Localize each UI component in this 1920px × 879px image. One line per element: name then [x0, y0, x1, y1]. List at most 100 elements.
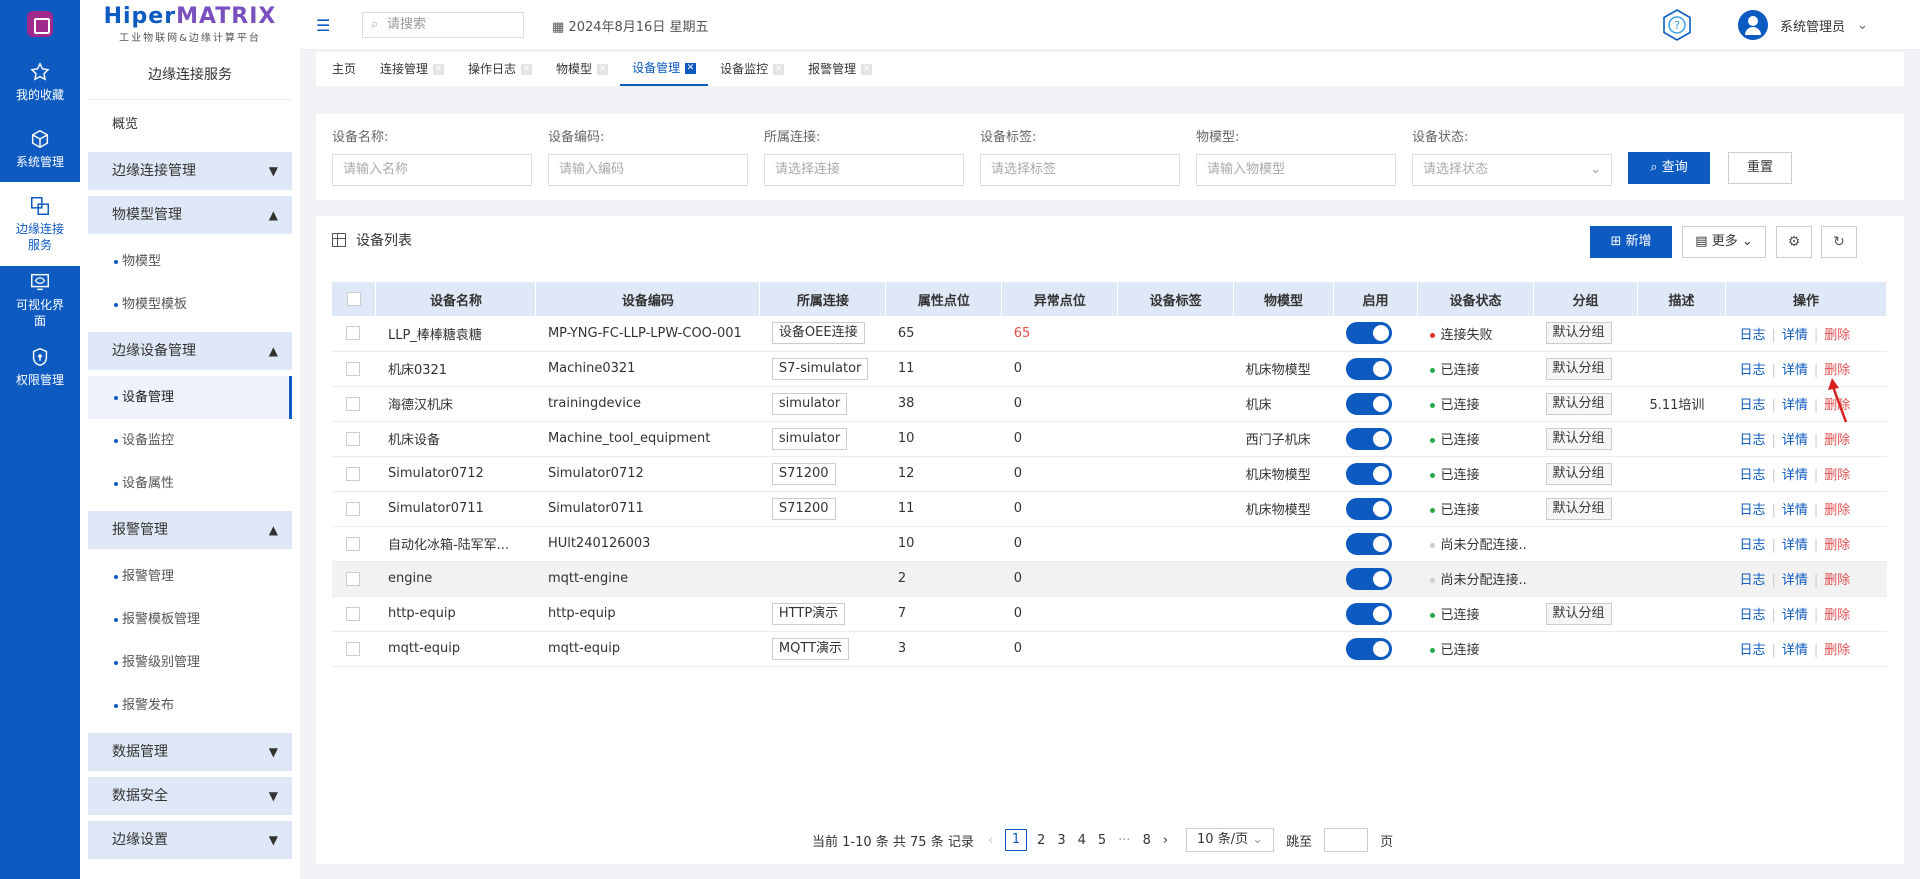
- delete-link[interactable]: 删除: [1824, 328, 1850, 343]
- enable-toggle[interactable]: [1345, 602, 1392, 625]
- row-checkbox[interactable]: [346, 361, 360, 376]
- sidebar-item-device-attr[interactable]: 设备属性: [80, 462, 300, 505]
- detail-link[interactable]: 详情: [1782, 503, 1808, 518]
- row-checkbox[interactable]: [346, 606, 360, 621]
- connection-select[interactable]: 请选择连接: [764, 154, 964, 186]
- delete-link[interactable]: 删除: [1824, 643, 1850, 658]
- sidebar-group-security[interactable]: 数据安全 ▼: [88, 777, 292, 815]
- rail-item-edge[interactable]: 边缘连接 服务: [0, 182, 80, 266]
- status-select[interactable]: 请选择状态 ⌄: [1412, 154, 1612, 186]
- detail-link[interactable]: 详情: [1782, 328, 1808, 343]
- delete-link[interactable]: 删除: [1824, 503, 1850, 518]
- detail-link[interactable]: 详情: [1782, 643, 1808, 658]
- delete-link[interactable]: 删除: [1824, 433, 1850, 448]
- enable-toggle[interactable]: [1345, 392, 1392, 415]
- sidebar-group-model[interactable]: 物模型管理 ▲: [88, 196, 292, 234]
- log-link[interactable]: 日志: [1739, 398, 1765, 413]
- sidebar-item-model[interactable]: 物模型: [80, 240, 300, 283]
- log-link[interactable]: 日志: [1739, 538, 1765, 553]
- enable-toggle[interactable]: [1345, 532, 1392, 555]
- settings-button[interactable]: ⚙: [1776, 226, 1812, 258]
- row-checkbox[interactable]: [346, 431, 360, 446]
- sidebar-item-alarm-level[interactable]: 报警级别管理: [80, 641, 300, 684]
- enable-toggle[interactable]: [1345, 357, 1392, 380]
- sidebar-group-data[interactable]: 数据管理 ▼: [88, 733, 292, 771]
- sidebar-item-alarm-manage[interactable]: 报警管理: [80, 555, 300, 598]
- close-icon[interactable]: ✕: [861, 63, 873, 75]
- detail-link[interactable]: 详情: [1782, 468, 1808, 483]
- page-number[interactable]: 3: [1057, 833, 1065, 848]
- row-checkbox[interactable]: [346, 396, 360, 411]
- row-checkbox[interactable]: [346, 536, 360, 551]
- close-icon[interactable]: ✕: [521, 63, 533, 75]
- delete-link[interactable]: 删除: [1824, 608, 1850, 623]
- sidebar-group-edge-conn[interactable]: 边缘连接管理 ▼: [88, 152, 292, 190]
- enable-toggle[interactable]: [1345, 462, 1392, 485]
- detail-link[interactable]: 详情: [1782, 538, 1808, 553]
- close-icon[interactable]: ✕: [433, 63, 445, 75]
- model-input[interactable]: 请输入物模型: [1196, 154, 1396, 186]
- enable-toggle[interactable]: [1345, 637, 1392, 660]
- rail-item-visual[interactable]: 可视化界 面: [0, 266, 80, 333]
- sidebar-group-alarm[interactable]: 报警管理 ▲: [88, 511, 292, 549]
- page-number[interactable]: 2: [1037, 833, 1045, 848]
- next-page-icon[interactable]: ›: [1163, 833, 1168, 848]
- page-size-select[interactable]: 10 条/页 ⌄: [1186, 828, 1275, 852]
- user-menu[interactable]: 系统管理员 ⌄: [1738, 10, 1868, 40]
- log-link[interactable]: 日志: [1739, 503, 1765, 518]
- row-checkbox[interactable]: [346, 501, 360, 516]
- enable-toggle[interactable]: [1345, 427, 1392, 450]
- add-device-button[interactable]: ⊞ 新增: [1590, 226, 1672, 258]
- rail-item-favorites[interactable]: 我的收藏: [0, 48, 80, 115]
- sidebar-item-device-monitor[interactable]: 设备监控: [80, 419, 300, 462]
- close-icon[interactable]: ✕: [685, 62, 697, 74]
- page-ellipsis[interactable]: ···: [1118, 833, 1130, 848]
- reset-button[interactable]: 重置: [1728, 152, 1792, 184]
- tab-alarm[interactable]: 报警管理 ✕: [796, 52, 884, 86]
- sidebar-item-alarm-publish[interactable]: 报警发布: [80, 684, 300, 727]
- log-link[interactable]: 日志: [1739, 363, 1765, 378]
- close-icon[interactable]: ✕: [597, 63, 609, 75]
- delete-link[interactable]: 删除: [1824, 468, 1850, 483]
- refresh-button[interactable]: ↻: [1821, 226, 1857, 258]
- tab-model[interactable]: 物模型 ✕: [544, 52, 620, 86]
- help-icon[interactable]: ?: [1660, 8, 1694, 42]
- delete-link[interactable]: 删除: [1824, 573, 1850, 588]
- detail-link[interactable]: 详情: [1782, 398, 1808, 413]
- close-icon[interactable]: ✕: [773, 63, 785, 75]
- enable-toggle[interactable]: [1345, 567, 1392, 590]
- detail-link[interactable]: 详情: [1782, 433, 1808, 448]
- log-link[interactable]: 日志: [1739, 643, 1765, 658]
- tab-home[interactable]: 主页: [320, 52, 368, 86]
- log-link[interactable]: 日志: [1739, 468, 1765, 483]
- delete-link[interactable]: 删除: [1824, 538, 1850, 553]
- sidebar-item-model-template[interactable]: 物模型模板: [80, 283, 300, 326]
- enable-toggle[interactable]: [1345, 322, 1392, 345]
- sidebar-group-settings[interactable]: 边缘设置 ▼: [88, 821, 292, 859]
- detail-link[interactable]: 详情: [1782, 573, 1808, 588]
- jump-page-input[interactable]: [1324, 828, 1369, 852]
- log-link[interactable]: 日志: [1739, 433, 1765, 448]
- page-number[interactable]: 4: [1078, 833, 1086, 848]
- log-link[interactable]: 日志: [1739, 573, 1765, 588]
- tag-select[interactable]: 请选择标签: [980, 154, 1180, 186]
- search-input[interactable]: ⌕ 请搜索: [362, 12, 524, 38]
- log-link[interactable]: 日志: [1739, 328, 1765, 343]
- sidebar-item-alarm-template[interactable]: 报警模板管理: [80, 598, 300, 641]
- page-number[interactable]: 8: [1143, 833, 1151, 848]
- device-code-input[interactable]: 请输入编码: [548, 154, 748, 186]
- rail-item-permission[interactable]: 权限管理: [0, 333, 80, 400]
- row-checkbox[interactable]: [346, 326, 360, 341]
- tab-device-monitor[interactable]: 设备监控 ✕: [708, 52, 796, 86]
- log-link[interactable]: 日志: [1739, 608, 1765, 623]
- row-checkbox[interactable]: [346, 571, 360, 586]
- select-all-checkbox[interactable]: [346, 292, 361, 306]
- enable-toggle[interactable]: [1345, 497, 1392, 520]
- sidebar-group-edge-device[interactable]: 边缘设备管理 ▲: [88, 332, 292, 370]
- row-checkbox[interactable]: [346, 641, 360, 656]
- prev-page-icon[interactable]: ‹: [988, 833, 993, 848]
- sidebar-item-overview[interactable]: 概览: [80, 104, 300, 146]
- detail-link[interactable]: 详情: [1782, 608, 1808, 623]
- row-checkbox[interactable]: [346, 466, 360, 481]
- device-name-input[interactable]: 请输入名称: [332, 154, 532, 186]
